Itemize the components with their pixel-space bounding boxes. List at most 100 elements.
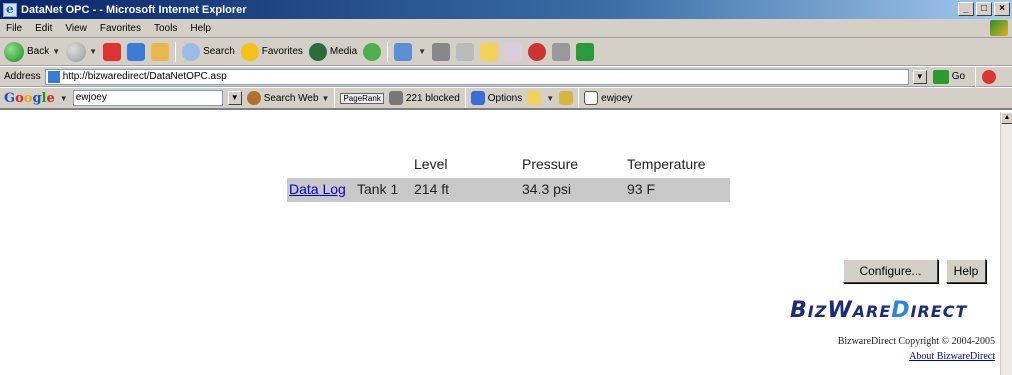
research-icon[interactable] <box>552 42 571 61</box>
search-icon <box>182 42 201 61</box>
search-label: Search <box>203 46 235 57</box>
toolbar-separator <box>578 88 580 108</box>
forward-button[interactable]: ▼ <box>66 41 98 62</box>
media-button[interactable]: Media <box>308 42 358 61</box>
configure-button[interactable]: Configure... <box>843 259 938 283</box>
options-label: Options <box>487 92 523 104</box>
menu-bar: File Edit View Favorites Tools Help <box>0 19 1012 38</box>
chevron-down-icon[interactable]: ▼ <box>418 47 426 56</box>
about-link[interactable]: About BizwareDirect <box>800 351 995 362</box>
print-icon[interactable] <box>432 42 451 61</box>
toolbar-separator <box>334 88 336 108</box>
temperature-value: 93 F <box>627 181 656 197</box>
forward-arrow-icon <box>66 41 87 62</box>
pressure-value: 34.3 psi <box>522 181 572 197</box>
pencil-icon[interactable] <box>559 91 574 105</box>
level-value: 214 ft <box>414 181 450 197</box>
menu-view[interactable]: View <box>65 23 87 34</box>
ie-icon <box>3 2 17 17</box>
toolbar-separator <box>387 41 389 62</box>
chevron-down-icon: ▼ <box>52 47 61 56</box>
media-label: Media <box>329 46 358 57</box>
header-level: Level <box>414 156 448 172</box>
vertical-scrollbar[interactable]: ▲ <box>1000 112 1012 375</box>
copyright-text: BizwareDirect Copyright © 2004-2005 <box>837 336 995 347</box>
go-arrow-icon <box>932 69 949 84</box>
options-button[interactable]: Options <box>470 91 523 105</box>
standard-toolbar: Back ▼ ▼ Search Favorites Media ▼ <box>0 38 1012 66</box>
google-toolbar: Google ▼ ewjoey ▼ Search Web ▼ PageRank … <box>0 88 1012 110</box>
history-icon[interactable] <box>363 42 382 61</box>
window-controls: _ □ × <box>958 2 1010 16</box>
address-url: http://bizwaredirect/DataNetOPC.asp <box>62 71 227 82</box>
search-web-button[interactable]: Search Web ▼ <box>246 91 330 105</box>
toolbar-separator <box>464 88 466 108</box>
highlight-icon[interactable] <box>527 91 542 105</box>
msn-icon[interactable] <box>528 42 547 61</box>
address-input[interactable]: http://bizwaredirect/DataNetOPC.asp <box>44 68 909 85</box>
binoculars-icon <box>246 91 261 105</box>
favorites-label: Favorites <box>261 46 303 57</box>
back-arrow-icon <box>4 41 24 62</box>
header-temperature: Temperature <box>627 156 706 172</box>
user-icon <box>584 91 599 105</box>
window-title: DataNet OPC - - Microsoft Internet Explo… <box>21 3 247 16</box>
user-label: ewjoey <box>601 92 633 104</box>
toolbar-separator <box>175 41 177 62</box>
table-row <box>287 178 730 202</box>
butterfly-icon[interactable] <box>576 42 595 61</box>
data-log-link[interactable]: Data Log <box>289 181 346 197</box>
toolbar-separator <box>975 66 977 87</box>
header-pressure: Pressure <box>522 156 579 172</box>
maximize-icon[interactable]: □ <box>976 2 992 16</box>
scroll-up-icon[interactable]: ▲ <box>1001 112 1012 124</box>
pagerank-indicator[interactable]: PageRank <box>340 92 384 104</box>
menu-tools[interactable]: Tools <box>154 23 177 34</box>
links-icon[interactable] <box>982 69 997 84</box>
tank-name: Tank 1 <box>357 181 399 197</box>
stop-icon[interactable] <box>103 42 122 61</box>
search-web-label: Search Web <box>263 92 319 104</box>
blocked-label: 221 blocked <box>405 92 460 104</box>
address-bar: Address http://bizwaredirect/DataNetOPC.… <box>0 66 1012 87</box>
address-dropdown-icon[interactable]: ▼ <box>912 69 927 84</box>
chevron-down-icon[interactable]: ▼ <box>546 94 554 103</box>
go-button[interactable]: Go <box>932 69 966 84</box>
windows-logo-icon <box>990 20 1008 36</box>
window-titlebar: DataNet OPC - - Microsoft Internet Explo… <box>0 0 1012 19</box>
home-icon[interactable] <box>151 42 170 61</box>
popup-blocker-button[interactable]: 221 blocked <box>388 91 460 105</box>
chevron-down-icon: ▼ <box>321 93 330 103</box>
menu-help[interactable]: Help <box>190 23 211 34</box>
options-icon <box>470 91 485 105</box>
back-label: Back <box>27 46 50 57</box>
page-icon <box>47 70 60 83</box>
popup-blocker-icon <box>388 91 403 105</box>
menu-edit[interactable]: Edit <box>35 23 52 34</box>
close-icon[interactable]: × <box>994 2 1010 16</box>
google-dropdown-icon[interactable]: ▼ <box>227 91 242 105</box>
chevron-down-icon[interactable]: ▼ <box>60 94 68 103</box>
address-label: Address <box>4 71 41 82</box>
messenger-icon[interactable] <box>504 42 523 61</box>
page-content: Level Pressure Temperature Data Log Tank… <box>0 112 1000 375</box>
menu-file[interactable]: File <box>6 23 22 34</box>
search-button[interactable]: Search <box>182 42 235 61</box>
user-button[interactable]: ewjoey <box>584 91 632 105</box>
folder-icon[interactable] <box>480 42 499 61</box>
google-logo[interactable]: Google <box>4 91 55 106</box>
bizwaredirect-logo: BIZWAREDIRECT <box>790 298 968 323</box>
menu-favorites[interactable]: Favorites <box>100 23 141 34</box>
google-search-input[interactable]: ewjoey <box>72 90 223 106</box>
media-icon <box>308 42 327 61</box>
minimize-icon[interactable]: _ <box>958 2 974 16</box>
mail-icon[interactable] <box>394 42 413 61</box>
edit-icon[interactable] <box>456 42 475 61</box>
help-button[interactable]: Help <box>946 259 986 283</box>
back-button[interactable]: Back ▼ <box>4 41 61 62</box>
go-label: Go <box>951 71 966 82</box>
star-icon <box>240 42 259 61</box>
refresh-icon[interactable] <box>127 42 146 61</box>
favorites-button[interactable]: Favorites <box>240 42 303 61</box>
chevron-down-icon: ▼ <box>89 47 98 56</box>
